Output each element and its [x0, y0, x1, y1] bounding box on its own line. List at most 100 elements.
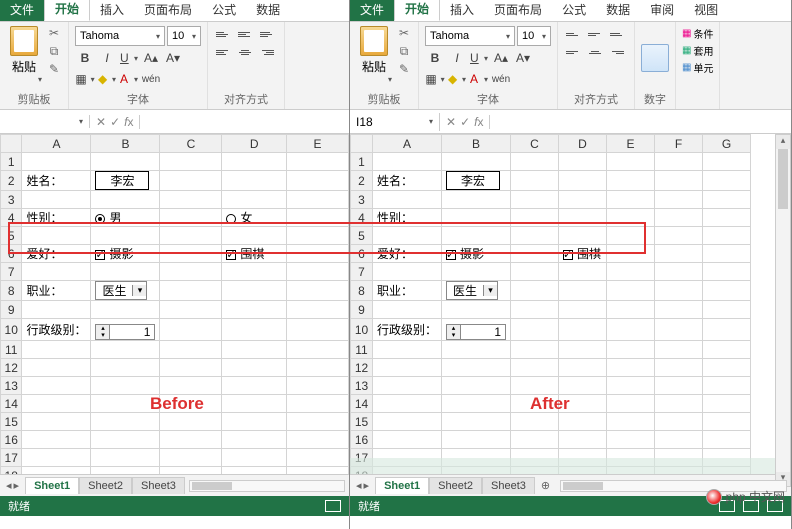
cell-name-value[interactable]: 李宏	[91, 171, 160, 191]
confirm-icon[interactable]: ✓	[460, 115, 470, 129]
sheet-nav-prev-icon[interactable]: ◂	[6, 479, 12, 492]
tab-file[interactable]: 文件	[0, 0, 44, 21]
formula-input[interactable]	[140, 120, 349, 124]
radio-female[interactable]: 女	[222, 209, 287, 227]
align-center-icon[interactable]	[236, 44, 254, 60]
tab-data[interactable]: 数据	[246, 0, 290, 21]
format-painter-icon[interactable]: ✎	[46, 62, 62, 76]
tab-insert[interactable]: 插入	[440, 0, 484, 21]
spreadsheet-grid-left[interactable]: A B C D E 1 2 姓名： 李宏 3 4 性别： 男 女	[0, 134, 349, 474]
col-header-B[interactable]: B	[91, 135, 160, 153]
dropdown-job[interactable]: 医生▾	[91, 281, 160, 301]
name-box[interactable]: ▾	[0, 115, 90, 128]
cell-gender-label[interactable]: 性别：	[373, 209, 442, 227]
align-middle-icon[interactable]	[236, 26, 254, 42]
sheet-tab-3[interactable]: Sheet3	[132, 477, 185, 494]
border-icon[interactable]: ▦▾	[425, 70, 445, 88]
tab-review[interactable]: 审阅	[640, 0, 684, 21]
col-header-A[interactable]: A	[22, 135, 91, 153]
tab-insert[interactable]: 插入	[90, 0, 134, 21]
dropdown-job[interactable]: 医生▾	[442, 281, 511, 301]
cell-job-label[interactable]: 职业：	[22, 281, 91, 301]
cell-name-label[interactable]: 姓名：	[22, 171, 91, 191]
cell-hobby-label[interactable]: 爱好：	[22, 245, 91, 263]
font-size-combo[interactable]: 10▾	[167, 26, 201, 46]
checkbox-go[interactable]: 围棋	[222, 245, 287, 263]
cancel-icon[interactable]: ✕	[96, 115, 106, 129]
increase-font-icon[interactable]: A▴	[141, 49, 161, 67]
align-bottom-icon[interactable]	[608, 26, 626, 42]
paste-button[interactable]: 粘贴 ▾	[356, 26, 392, 84]
cancel-icon[interactable]: ✕	[446, 115, 456, 129]
copy-icon[interactable]: ⧉	[46, 44, 62, 58]
cell-rank-label[interactable]: 行政级别：	[22, 319, 91, 341]
decrease-font-icon[interactable]: A▾	[513, 49, 533, 67]
fill-color-icon[interactable]: ◆▾	[97, 70, 117, 88]
sheet-nav-next-icon[interactable]: ▸	[14, 479, 20, 492]
checkbox-photo[interactable]: 摄影	[442, 245, 511, 263]
spinner-rank[interactable]: ▴▾1	[91, 319, 160, 341]
font-color-icon[interactable]: A▾	[119, 70, 139, 88]
sheet-tab-1[interactable]: Sheet1	[25, 477, 79, 494]
fx-icon[interactable]: fx	[474, 115, 483, 129]
col-header-E[interactable]: E	[287, 135, 349, 153]
font-name-combo[interactable]: Tahoma▾	[425, 26, 515, 46]
sheet-tab-1[interactable]: Sheet1	[375, 477, 429, 494]
align-top-icon[interactable]	[214, 26, 232, 42]
tab-home[interactable]: 开始	[394, 0, 440, 21]
select-all-corner[interactable]	[1, 135, 22, 153]
col-header-C[interactable]: C	[160, 135, 222, 153]
align-middle-icon[interactable]	[586, 26, 604, 42]
tab-formulas[interactable]: 公式	[552, 0, 596, 21]
checkbox-photo[interactable]: 摄影	[91, 245, 160, 263]
cell-style-button[interactable]: ▦单元	[682, 60, 713, 75]
checkbox-go[interactable]: 围棋	[559, 245, 607, 263]
phonetic-icon[interactable]: wén	[491, 70, 511, 88]
number-format-icon[interactable]	[641, 44, 669, 72]
tab-data[interactable]: 数据	[596, 0, 640, 21]
col-header-D[interactable]: D	[222, 135, 287, 153]
sheet-nav-prev-icon[interactable]: ◂	[356, 479, 362, 492]
sheet-tab-2[interactable]: Sheet2	[429, 477, 482, 494]
bold-icon[interactable]: B	[75, 49, 95, 67]
tab-formulas[interactable]: 公式	[202, 0, 246, 21]
align-center-icon[interactable]	[586, 44, 604, 60]
cond-fmt-button[interactable]: ▦条件	[682, 26, 713, 41]
align-right-icon[interactable]	[258, 44, 276, 60]
sheet-tab-2[interactable]: Sheet2	[79, 477, 132, 494]
phonetic-icon[interactable]: wén	[141, 70, 161, 88]
tab-view[interactable]: 视图	[684, 0, 728, 21]
cut-icon[interactable]: ✂	[396, 26, 412, 40]
underline-icon[interactable]: U▾	[469, 49, 489, 67]
select-all-corner[interactable]	[351, 135, 373, 153]
confirm-icon[interactable]: ✓	[110, 115, 120, 129]
increase-font-icon[interactable]: A▴	[491, 49, 511, 67]
new-sheet-button[interactable]: ⊕	[535, 479, 556, 492]
align-bottom-icon[interactable]	[258, 26, 276, 42]
paste-button[interactable]: 粘贴 ▾	[6, 26, 42, 84]
copy-icon[interactable]: ⧉	[396, 44, 412, 58]
tab-file[interactable]: 文件	[350, 0, 394, 21]
spinner-rank[interactable]: ▴▾1	[442, 319, 511, 341]
fill-color-icon[interactable]: ◆▾	[447, 70, 467, 88]
tab-layout[interactable]: 页面布局	[484, 0, 552, 21]
border-icon[interactable]: ▦▾	[75, 70, 95, 88]
align-left-icon[interactable]	[214, 44, 232, 60]
sheet-tab-3[interactable]: Sheet3	[482, 477, 535, 494]
align-left-icon[interactable]	[564, 44, 582, 60]
v-scrollbar[interactable]: ▴▾	[775, 134, 791, 487]
tab-layout[interactable]: 页面布局	[134, 0, 202, 21]
font-size-combo[interactable]: 10▾	[517, 26, 551, 46]
fx-icon[interactable]: fx	[124, 115, 133, 129]
italic-icon[interactable]: I	[97, 49, 117, 67]
align-right-icon[interactable]	[608, 44, 626, 60]
format-painter-icon[interactable]: ✎	[396, 62, 412, 76]
spreadsheet-grid-right[interactable]: A B C D E F G 1 2 姓名： 李宏 3 4 性别： 5	[350, 134, 751, 474]
sheet-nav-next-icon[interactable]: ▸	[364, 479, 370, 492]
name-box[interactable]: I18▾	[350, 113, 440, 131]
formula-input[interactable]	[490, 120, 791, 124]
radio-male[interactable]: 男	[91, 209, 160, 227]
align-top-icon[interactable]	[564, 26, 582, 42]
table-fmt-button[interactable]: ▦套用	[682, 43, 713, 58]
font-color-icon[interactable]: A▾	[469, 70, 489, 88]
